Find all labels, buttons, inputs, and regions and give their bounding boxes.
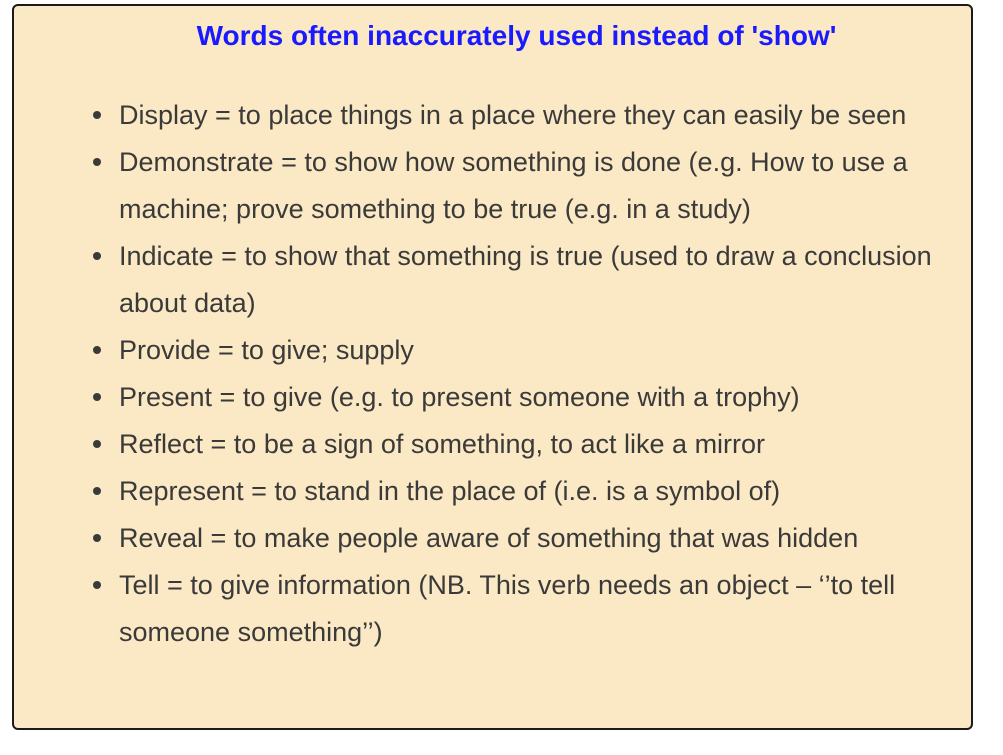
bullet-icon <box>93 111 101 119</box>
bullet-icon <box>93 346 101 354</box>
list-item-text: Indicate = to show that something is tru… <box>119 241 932 318</box>
word-list: Display = to place things in a place whe… <box>89 92 959 656</box>
list-item: Reveal = to make people aware of somethi… <box>93 515 959 562</box>
list-item: Display = to place things in a place whe… <box>93 92 959 139</box>
list-item: Provide = to give; supply <box>93 327 959 374</box>
bullet-icon <box>93 487 101 495</box>
bullet-icon <box>93 393 101 401</box>
list-item-text: Represent = to stand in the place of (i.… <box>119 476 781 506</box>
list-item: Reflect = to be a sign of something, to … <box>93 421 959 468</box>
bullet-icon <box>93 252 101 260</box>
list-item: Present = to give (e.g. to present someo… <box>93 374 959 421</box>
list-item: Demonstrate = to show how something is d… <box>93 139 959 233</box>
list-item: Represent = to stand in the place of (i.… <box>93 468 959 515</box>
list-item-text: Present = to give (e.g. to present someo… <box>119 382 800 412</box>
bullet-icon <box>93 581 101 589</box>
panel-title: Words often inaccurately used instead of… <box>196 20 837 51</box>
list-item-text: Provide = to give; supply <box>119 335 414 365</box>
list-item-text: Reveal = to make people aware of somethi… <box>119 523 859 553</box>
list-item: Indicate = to show that something is tru… <box>93 233 959 327</box>
list-item-text: Reflect = to be a sign of something, to … <box>119 429 766 459</box>
bullet-icon <box>93 534 101 542</box>
list-item-text: Tell = to give information (NB. This ver… <box>119 570 896 647</box>
bullet-icon <box>93 440 101 448</box>
bullet-icon <box>93 158 101 166</box>
list-item-text: Display = to place things in a place whe… <box>119 100 907 130</box>
word-list-panel: Words often inaccurately used instead of… <box>12 4 973 730</box>
list-item: Tell = to give information (NB. This ver… <box>93 562 959 656</box>
list-item-text: Demonstrate = to show how something is d… <box>119 147 908 224</box>
